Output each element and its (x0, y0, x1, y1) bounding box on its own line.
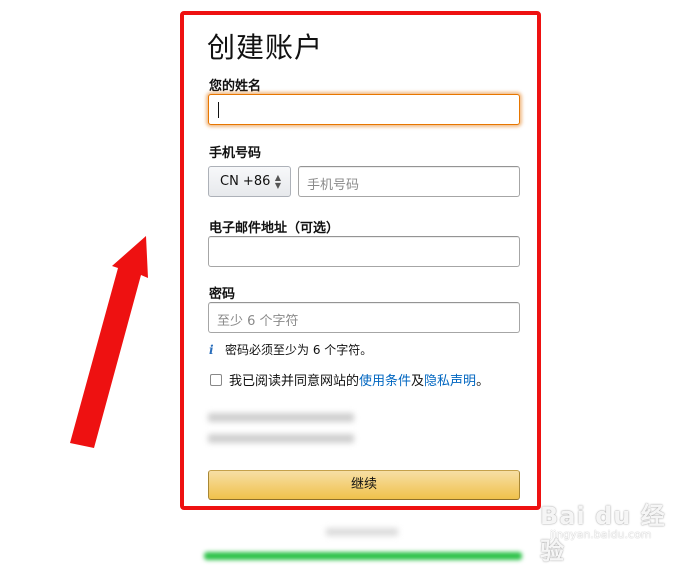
country-code-value: CN +86 (220, 174, 271, 189)
agree-checkbox[interactable] (210, 373, 222, 386)
phone-label: 手机号码 (209, 146, 262, 161)
continue-button[interactable]: 继续 (208, 470, 520, 500)
password-input[interactable]: 至少 6 个字符 (208, 302, 520, 333)
text-caret (218, 102, 219, 118)
name-input[interactable] (208, 94, 520, 125)
country-code-select[interactable]: CN +86 ▲ ▼ (208, 166, 291, 197)
password-hint-text: 密码必须至少为 6 个字符。 (225, 343, 373, 357)
blurred-divider-text (326, 528, 398, 536)
agree-and: 及 (411, 374, 425, 389)
password-label: 密码 (209, 287, 236, 302)
select-arrows-icon: ▲ ▼ (274, 173, 281, 190)
info-icon: i (209, 343, 214, 357)
password-placeholder: 至少 6 个字符 (217, 314, 299, 329)
phone-placeholder: 手机号码 (307, 178, 360, 193)
phone-input[interactable]: 手机号码 (298, 166, 520, 197)
privacy-link[interactable]: 隐私声明 (424, 370, 476, 389)
blurred-text-line (208, 434, 354, 443)
blurred-text-line (208, 413, 354, 422)
blurred-green-button (204, 552, 522, 560)
name-label: 您的姓名 (209, 79, 262, 94)
watermark-sub: jingyan.baidu.com (550, 528, 652, 541)
email-label: 电子邮件地址（可选） (209, 221, 340, 236)
agree-text: 我已阅读并同意网站的 (229, 374, 360, 389)
email-input[interactable] (208, 236, 520, 267)
page-title: 创建账户 (207, 31, 324, 64)
agree-suffix: 。 (476, 374, 490, 389)
terms-link[interactable]: 使用条件 (359, 370, 411, 389)
password-hint: i 密码必须至少为 6 个字符。 (209, 341, 372, 358)
agreement-row: 我已阅读并同意网站的 使用条件及隐私声明。 (210, 370, 489, 389)
baidu-watermark: Bai du 经验 jingyan.baidu.com (532, 490, 682, 565)
